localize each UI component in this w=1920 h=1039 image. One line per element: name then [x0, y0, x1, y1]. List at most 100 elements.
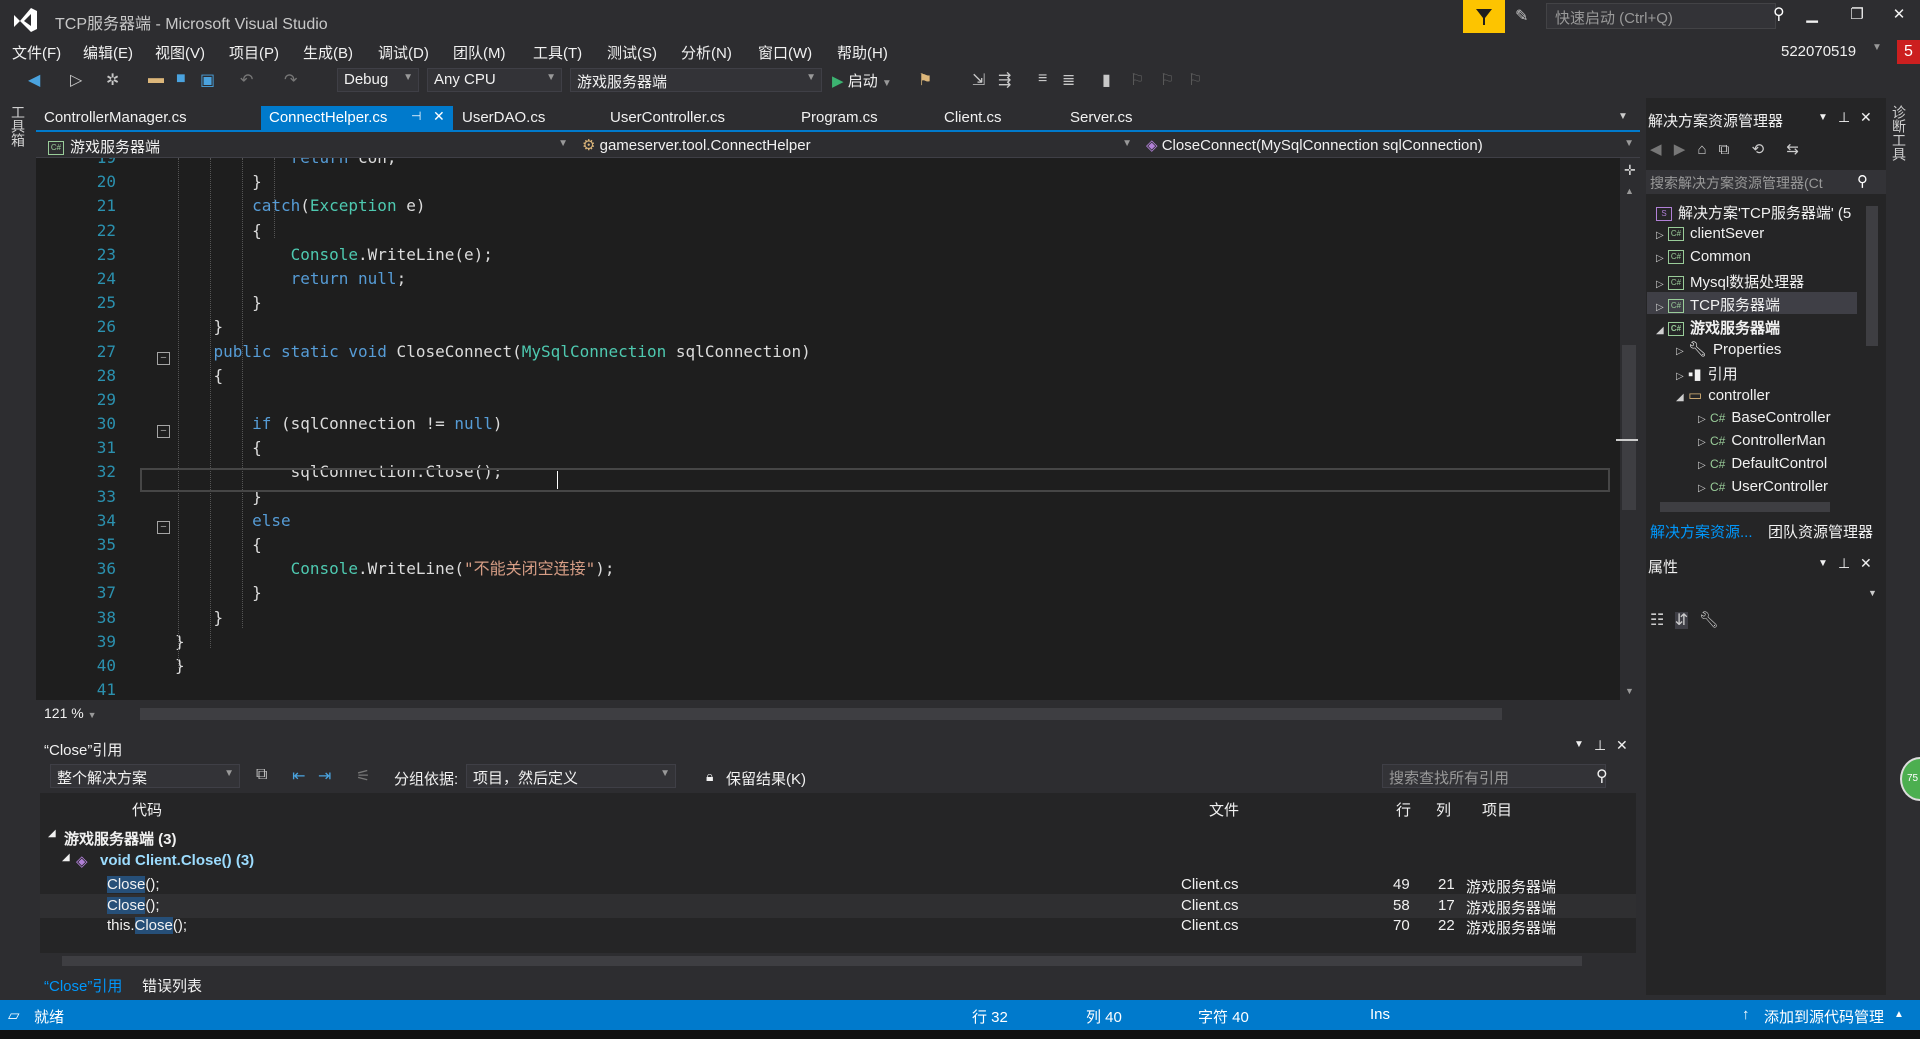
expand-arrow-icon[interactable]: ▷	[1676, 346, 1688, 357]
tab-team-explorer[interactable]: 团队资源管理器	[1768, 521, 1873, 542]
code-line[interactable]: 39}	[36, 630, 1620, 654]
column-header-file[interactable]: 文件	[1209, 799, 1239, 820]
tree-item-file-defaultcontroller[interactable]: ▷ C# DefaultControl	[1698, 455, 1827, 472]
tab-solution-explorer[interactable]: 解决方案资源...	[1650, 521, 1753, 542]
code-line[interactable]: 40}	[36, 654, 1620, 678]
column-header-project[interactable]: 项目	[1482, 799, 1512, 820]
menu-view[interactable]: 视图(V)	[155, 42, 205, 63]
reference-row[interactable]: this.Close(); Client.cs 70 22 游戏服务器端	[40, 914, 1636, 938]
member-dropdown[interactable]: ◈ CloseConnect(MySqlConnection sqlConnec…	[1142, 134, 1640, 156]
menu-build[interactable]: 生成(B)	[303, 42, 353, 63]
step-into-icon[interactable]: ⇲	[972, 70, 985, 90]
back-icon[interactable]: ◀	[1650, 141, 1662, 158]
expand-arrow-icon[interactable]: ▷	[1656, 230, 1668, 241]
tree-item-project-mysql[interactable]: ▷ C# Mysql数据处理器	[1656, 271, 1804, 292]
collapse-arrow-icon[interactable]: ◢	[1656, 325, 1668, 336]
open-file-icon[interactable]: ▬	[148, 70, 164, 88]
close-icon[interactable]: ✕	[1860, 109, 1872, 126]
code-line[interactable]: 23 Console.WriteLine(e);	[36, 243, 1620, 267]
copy-icon[interactable]: ⧉	[256, 766, 267, 784]
collapse-toggle[interactable]: −	[157, 352, 170, 365]
tab-error-list[interactable]: 错误列表	[142, 975, 202, 996]
navigate-back-icon[interactable]: ◀	[28, 70, 40, 90]
menu-tools[interactable]: 工具(T)	[533, 42, 582, 63]
minimize-button[interactable]: ▁	[1797, 5, 1827, 29]
diagnostic-tools-tab[interactable]: 诊断工具	[1891, 105, 1909, 161]
close-window-button[interactable]: ✕	[1884, 5, 1914, 29]
tab-client[interactable]: Client.cs	[936, 106, 1010, 130]
code-editor[interactable]: 19 return con; 20 } 21 catch(Exception e) 2…	[36, 158, 1620, 700]
tab-program[interactable]: Program.cs	[793, 106, 886, 130]
solution-tree-horizontal-thumb[interactable]	[1660, 502, 1830, 512]
menu-file[interactable]: 文件(F)	[12, 42, 61, 63]
editor-horizontal-scroll-thumb[interactable]	[140, 708, 1502, 720]
code-line[interactable]: 25 }	[36, 291, 1620, 315]
chevron-down-icon[interactable]: ▼	[1872, 42, 1882, 53]
code-line[interactable]: 34 else	[36, 509, 1620, 533]
editor-scroll-thumb[interactable]	[1622, 345, 1636, 510]
browse-icon[interactable]: ⚑	[918, 70, 932, 90]
code-line[interactable]: 41	[36, 678, 1620, 700]
clear-bookmarks-icon[interactable]: ⚐	[1188, 70, 1202, 90]
startup-project-select[interactable]: 游戏服务器端 ▼	[570, 68, 822, 92]
add-to-source-control-button[interactable]: 添加到源代码管理	[1764, 1006, 1884, 1027]
upload-icon[interactable]: ↑	[1742, 1006, 1750, 1023]
restore-button[interactable]: ❐	[1842, 5, 1872, 29]
expand-arrow-icon[interactable]: ▷	[1656, 253, 1668, 264]
menu-test[interactable]: 测试(S)	[607, 42, 657, 63]
solution-configuration-select[interactable]: Debug ▼	[337, 68, 419, 92]
tree-item-project-common[interactable]: ▷ C# Common	[1656, 248, 1751, 265]
group-row-project[interactable]: ◢ 游戏服务器端 (3)	[40, 825, 1636, 849]
project-dropdown[interactable]: C# 游戏服务器端 ▼	[44, 134, 574, 156]
save-all-icon[interactable]: ▣	[200, 70, 215, 90]
prev-location-icon[interactable]: ⇤	[292, 766, 305, 786]
pin-icon[interactable]: ⊣	[411, 109, 421, 123]
group-row-definition[interactable]: ◢ ◈ void Client.Close() (3)	[40, 849, 1636, 873]
scope-select[interactable]: 整个解决方案 ▼	[50, 764, 240, 788]
code-line[interactable]: 24 return null;	[36, 267, 1620, 291]
column-header-line[interactable]: 行	[1396, 799, 1411, 820]
pin-icon[interactable]: ⊥	[1838, 555, 1850, 572]
column-header-col[interactable]: 列	[1436, 799, 1451, 820]
alphabetical-icon[interactable]: ⇵	[1674, 612, 1689, 629]
solution-tree-scroll-thumb[interactable]	[1866, 206, 1878, 346]
chevron-down-icon[interactable]: ▼	[1818, 112, 1828, 123]
expand-arrow-icon[interactable]: ▷	[1698, 414, 1710, 425]
prev-bookmark-icon[interactable]: ⚐	[1130, 70, 1144, 90]
tree-item-controller-folder[interactable]: ◢ ▭ controller	[1676, 386, 1770, 404]
chevron-down-icon[interactable]: ▼	[1574, 739, 1584, 750]
save-icon[interactable]: ■	[176, 70, 186, 88]
redo-icon[interactable]: ↷	[284, 70, 297, 90]
tree-item-properties[interactable]: ▷ 🔧︎ Properties	[1676, 340, 1781, 358]
code-line[interactable]: 35 {	[36, 533, 1620, 557]
pin-icon[interactable]: ⊥	[1594, 737, 1606, 754]
toolbox-tab[interactable]: 工具箱	[10, 105, 28, 147]
class-dropdown[interactable]: ⚙ gameserver.tool.ConnectHelper ▼	[578, 134, 1138, 156]
menu-debug[interactable]: 调试(D)	[378, 42, 429, 63]
scroll-up-icon[interactable]: ▲	[1625, 186, 1634, 196]
collapse-arrow-icon[interactable]: ◢	[1676, 392, 1688, 403]
menu-team[interactable]: 团队(M)	[453, 42, 506, 63]
tree-item-project-tcp[interactable]: ▷ C# TCP服务器端	[1656, 294, 1780, 315]
tree-item-file-usercontroller[interactable]: ▷ C# UserController	[1698, 478, 1828, 495]
sync-icon[interactable]: ⇆	[1786, 141, 1799, 158]
tree-item-references[interactable]: ▷ ▪▮ 引用	[1676, 363, 1738, 384]
group-by-select[interactable]: 项目，然后定义 ▼	[466, 764, 676, 788]
close-icon[interactable]: ✕	[1616, 737, 1628, 754]
notification-badge[interactable]: 5	[1897, 40, 1920, 64]
scroll-down-icon[interactable]: ▼	[1625, 686, 1634, 696]
expand-arrow-icon[interactable]: ◢	[48, 828, 56, 839]
navigate-forward-icon[interactable]: ▷	[70, 70, 82, 90]
switch-views-icon[interactable]: ⧉	[1719, 141, 1730, 158]
zoom-dropdown[interactable]: 121 % ▼	[44, 705, 97, 721]
expand-arrow-icon[interactable]: ◢	[62, 852, 70, 863]
close-icon[interactable]: ✕	[433, 108, 445, 125]
chevron-down-icon[interactable]: ▼	[1868, 588, 1877, 598]
refs-search-input[interactable]: 搜索查找所有引用	[1382, 764, 1606, 788]
code-line[interactable]: 29	[36, 388, 1620, 412]
chevron-down-icon[interactable]: ▼	[1818, 558, 1828, 569]
clear-filter-icon[interactable]: ⚟	[356, 766, 370, 786]
forward-icon[interactable]: ▶	[1674, 141, 1686, 158]
chevron-up-icon[interactable]: ▲	[1894, 1009, 1904, 1020]
tab-close-references[interactable]: “Close”引用	[44, 975, 122, 996]
